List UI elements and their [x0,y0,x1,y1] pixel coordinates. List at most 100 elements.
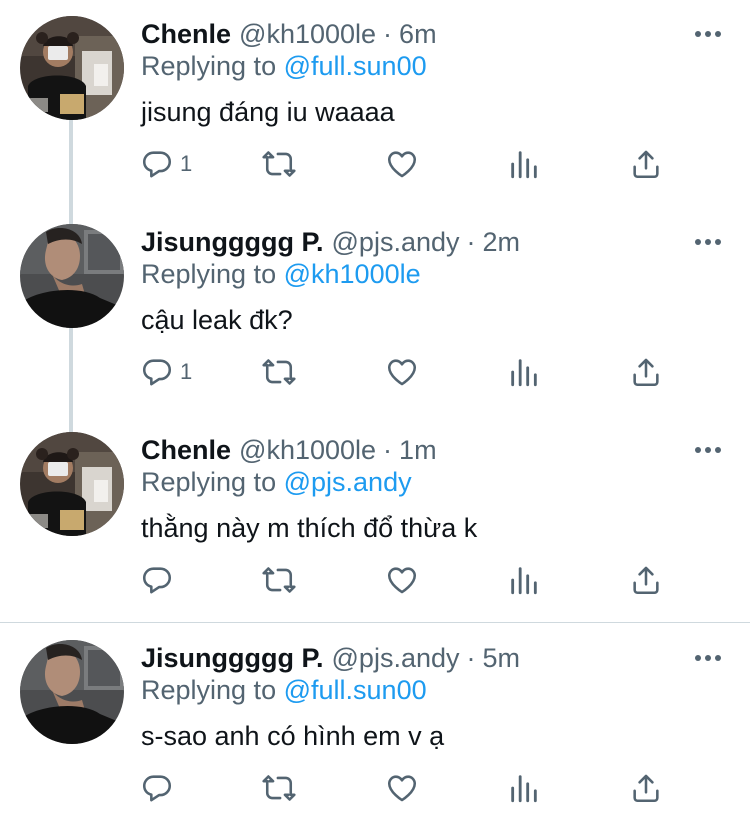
tweet[interactable]: Chenle @kh1000le · 6m Replying to @full.… [0,0,750,208]
share-button[interactable] [629,140,663,188]
display-name[interactable]: Chenle [141,19,231,50]
replying-prefix: Replying to [141,675,277,705]
more-icon[interactable] [690,436,726,464]
like-icon [385,771,419,805]
user-handle[interactable]: @pjs.andy [332,227,460,258]
share-icon [629,355,663,389]
mention-link[interactable]: @full.sun00 [284,675,427,705]
replying-to: Replying to @full.sun00 [141,51,427,82]
reply-button[interactable]: 1 [140,348,192,396]
reply-thread: Chenle @kh1000le · 6m Replying to @full.… [0,0,750,829]
retweet-icon [262,355,296,389]
tweet-text: s-sao anh có hình em v ạ [141,721,445,751]
replying-prefix: Replying to [141,259,277,289]
like-button[interactable] [385,140,419,188]
replying-to: Replying to @full.sun00 [141,675,427,706]
avatar[interactable] [20,640,124,744]
reply-count: 1 [180,359,193,384]
separator-dot: · [466,642,476,673]
retweet-icon [262,771,296,805]
replying-to: Replying to @pjs.andy [141,467,412,498]
chenle-avatar-image [20,16,124,120]
reply-count: 1 [180,151,193,176]
share-icon [629,771,663,805]
separator-dot: · [383,18,393,49]
user-handle[interactable]: @kh1000le [239,19,376,50]
like-icon [385,355,419,389]
action-bar [0,556,750,604]
mention-link[interactable]: @pjs.andy [284,467,412,497]
share-icon [629,563,663,597]
avatar[interactable] [20,224,124,328]
display-name[interactable]: Jisunggggg P. [141,643,324,674]
reply-button[interactable] [140,556,180,604]
more-icon[interactable] [690,228,726,256]
timestamp[interactable]: 1m [399,435,437,466]
jisung-avatar-image [20,224,124,328]
analytics-icon [507,355,541,389]
tweet[interactable]: Jisunggggg P. @pjs.andy · 5m Replying to… [0,624,750,829]
separator-dot: · [466,226,476,257]
reply-icon [140,563,174,597]
like-button[interactable] [385,556,419,604]
tweet-header: Chenle @kh1000le · 6m [141,16,437,52]
tweet-text: thằng này m thích đổ thừa k [141,513,478,543]
avatar[interactable] [20,432,124,536]
user-handle[interactable]: @pjs.andy [332,643,460,674]
retweet-icon [262,563,296,597]
reply-icon [140,355,174,389]
tweet-header: Jisunggggg P. @pjs.andy · 2m [141,224,520,260]
action-bar: 1 [0,348,750,396]
retweet-button[interactable] [262,348,296,396]
tweet[interactable]: Chenle @kh1000le · 1m Replying to @pjs.a… [0,416,750,622]
timestamp[interactable]: 2m [483,227,521,258]
analytics-icon [507,147,541,181]
reply-icon [140,147,174,181]
like-icon [385,147,419,181]
action-bar [0,764,750,812]
retweet-button[interactable] [262,764,296,812]
analytics-button[interactable] [507,764,541,812]
analytics-icon [507,563,541,597]
reply-button[interactable] [140,764,180,812]
reply-button[interactable]: 1 [140,140,192,188]
like-button[interactable] [385,348,419,396]
separator-dot: · [383,434,393,465]
share-button[interactable] [629,764,663,812]
replying-prefix: Replying to [141,51,277,81]
retweet-button[interactable] [262,140,296,188]
tweet-divider [0,622,750,623]
replying-to: Replying to @kh1000le [141,259,421,290]
mention-link[interactable]: @full.sun00 [284,51,427,81]
display-name[interactable]: Chenle [141,435,231,466]
analytics-button[interactable] [507,140,541,188]
more-icon[interactable] [690,20,726,48]
chenle-avatar-image [20,432,124,536]
timestamp[interactable]: 6m [399,19,437,50]
action-bar: 1 [0,140,750,188]
analytics-button[interactable] [507,348,541,396]
tweet[interactable]: Jisunggggg P. @pjs.andy · 2m Replying to… [0,208,750,416]
tweet-header: Jisunggggg P. @pjs.andy · 5m [141,640,520,676]
tweet-text: cậu leak đk? [141,305,293,335]
mention-link[interactable]: @kh1000le [284,259,421,289]
avatar[interactable] [20,16,124,120]
jisung-avatar-image [20,640,124,744]
tweet-header: Chenle @kh1000le · 1m [141,432,437,468]
share-button[interactable] [629,348,663,396]
share-icon [629,147,663,181]
analytics-icon [507,771,541,805]
timestamp[interactable]: 5m [483,643,521,674]
retweet-icon [262,147,296,181]
display-name[interactable]: Jisunggggg P. [141,227,324,258]
user-handle[interactable]: @kh1000le [239,435,376,466]
retweet-button[interactable] [262,556,296,604]
replying-prefix: Replying to [141,467,277,497]
like-button[interactable] [385,764,419,812]
tweet-text: jisung đáng iu waaaa [141,97,395,127]
reply-icon [140,771,174,805]
share-button[interactable] [629,556,663,604]
more-icon[interactable] [690,644,726,672]
analytics-button[interactable] [507,556,541,604]
like-icon [385,563,419,597]
